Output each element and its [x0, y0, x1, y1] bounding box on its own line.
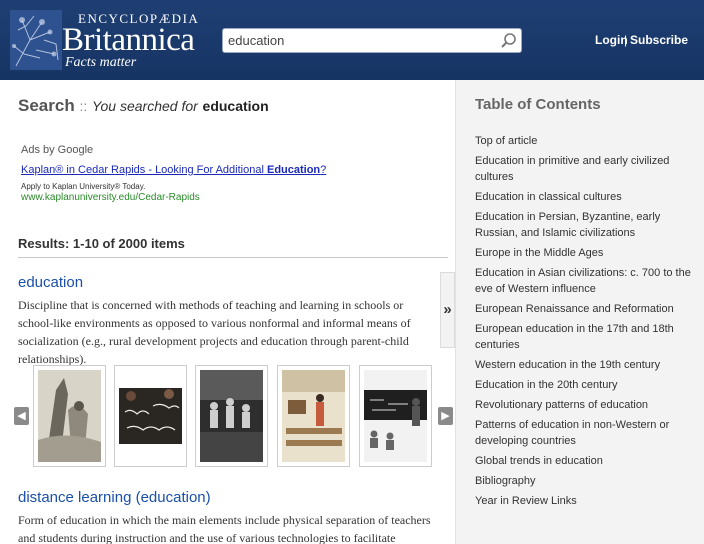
search-heading-you-searched: You searched for — [91, 98, 198, 114]
historic-school-image — [200, 370, 263, 462]
toc-item[interactable]: Global trends in education — [475, 453, 703, 469]
britannica-logo[interactable]: ENCYCLOPÆDIA Britannica Facts matter — [8, 8, 198, 74]
search-bar — [222, 28, 522, 53]
toc-item[interactable]: Education in Asian civilizations: c. 700… — [475, 265, 703, 297]
toc-item[interactable]: Western education in the 19th century — [475, 357, 703, 373]
thistle-emblem-icon — [10, 10, 62, 70]
subscribe-link[interactable]: Subscribe — [630, 33, 688, 47]
ad-link[interactable]: Kaplan® in Cedar Rapids - Looking For Ad… — [21, 164, 326, 176]
classroom-photo-image — [119, 370, 182, 462]
result-title[interactable]: education — [18, 274, 83, 291]
toc-item[interactable]: Year in Review Links — [475, 493, 703, 509]
classroom-color-image — [282, 370, 345, 462]
search-heading-word: Search — [18, 96, 75, 115]
toc-item[interactable]: Education in classical cultures — [475, 189, 703, 205]
image-thumbnail[interactable] — [195, 365, 268, 467]
result-title[interactable]: distance learning (education) — [18, 489, 211, 506]
search-heading: Search :: You searched for education — [18, 96, 269, 116]
search-icon[interactable] — [500, 32, 518, 50]
results-divider — [18, 257, 448, 258]
ads-label: Ads by Google — [21, 144, 94, 156]
lecture-image — [364, 370, 427, 462]
toc-item[interactable]: European education in the 17th and 18th … — [475, 321, 703, 353]
result-description: Discipline that is concerned with method… — [18, 298, 411, 366]
toc-item[interactable]: Revolutionary patterns of education — [475, 397, 703, 413]
search-heading-colons: :: — [79, 98, 88, 114]
carousel-next-button[interactable]: ▶ — [438, 407, 453, 425]
ad-link-prefix: Kaplan® in Cedar Rapids - Looking For Ad… — [21, 164, 264, 176]
image-thumbnail[interactable] — [114, 365, 187, 467]
toc-item[interactable]: Europe in the Middle Ages — [475, 245, 703, 261]
image-thumbnail[interactable] — [359, 365, 432, 467]
toc-item[interactable]: European Renaissance and Reformation — [475, 301, 703, 317]
header-separator: | — [624, 33, 628, 47]
toc-item[interactable]: Patterns of education in non-Western or … — [475, 417, 703, 449]
ad-link-bold: Education — [266, 164, 321, 176]
login-link[interactable]: Login — [595, 33, 628, 47]
toc-item[interactable]: Education in the 20th century — [475, 377, 703, 393]
toc-item[interactable]: Education in Persian, Byzantine, early R… — [475, 209, 703, 241]
toc-item[interactable]: Top of article — [475, 133, 703, 149]
ad-url[interactable]: www.kaplanuniversity.edu/Cedar-Rapids — [21, 192, 200, 203]
site-header: ENCYCLOPÆDIA Britannica Facts matter Log… — [0, 0, 704, 80]
toc-title: Table of Contents — [475, 96, 601, 113]
expand-sidebar-button[interactable]: » — [440, 272, 455, 348]
carousel-prev-button[interactable]: ◀ — [14, 407, 29, 425]
search-heading-query: education — [202, 98, 269, 114]
search-input[interactable] — [228, 31, 498, 50]
result-description: Form of education in which the main elem… — [18, 513, 431, 544]
toc-item[interactable]: Bibliography — [475, 473, 703, 489]
ad-subtext: Apply to Kaplan University® Today. — [21, 182, 146, 191]
toc-list: Top of article Education in primitive an… — [475, 133, 703, 513]
toc-item[interactable]: Education in primitive and early civiliz… — [475, 153, 703, 185]
results-count: Results: 1-10 of 2000 items — [18, 236, 185, 251]
ad-link-suffix: ? — [320, 164, 327, 176]
engraving-image — [38, 370, 101, 462]
brand-tagline: Facts matter — [65, 55, 137, 70]
image-thumbnail[interactable] — [33, 365, 106, 467]
brand-name: Britannica — [62, 22, 195, 58]
image-thumbnail[interactable] — [277, 365, 350, 467]
